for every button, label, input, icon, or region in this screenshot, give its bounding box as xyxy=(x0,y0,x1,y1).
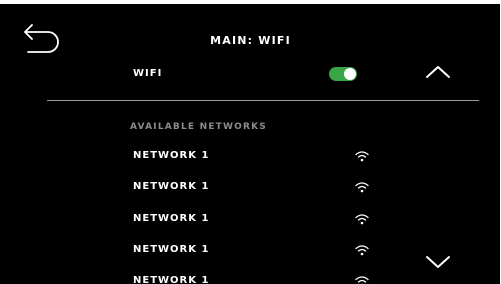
chevron-down-icon xyxy=(426,256,450,268)
page-title: MAIN: WIFI xyxy=(210,34,291,47)
network-item[interactable]: NETWORK 1 xyxy=(0,270,470,284)
network-name: NETWORK 1 xyxy=(133,213,210,224)
scroll-down-button[interactable] xyxy=(421,252,455,272)
network-item[interactable]: NETWORK 1 xyxy=(0,239,470,263)
wifi-settings-screen: MAIN: WIFI WIFI AVAILABLE NETWORKS NETWO… xyxy=(0,4,501,284)
network-name: NETWORK 1 xyxy=(133,275,210,284)
network-item[interactable]: NETWORK 1 xyxy=(0,145,470,169)
network-item[interactable]: NETWORK 1 xyxy=(0,176,470,200)
divider xyxy=(47,100,479,101)
wifi-icon xyxy=(355,214,369,225)
wifi-icon xyxy=(355,245,369,256)
scroll-up-button[interactable] xyxy=(421,62,455,82)
network-name: NETWORK 1 xyxy=(133,244,210,255)
network-name: NETWORK 1 xyxy=(133,150,210,161)
network-item[interactable]: NETWORK 1 xyxy=(0,208,470,232)
wifi-icon xyxy=(355,151,369,162)
wifi-toggle[interactable] xyxy=(329,67,357,81)
available-networks-heading: AVAILABLE NETWORKS xyxy=(130,122,267,132)
chevron-up-icon xyxy=(426,66,450,78)
network-name: NETWORK 1 xyxy=(133,181,210,192)
wifi-icon xyxy=(355,276,369,284)
toggle-knob xyxy=(344,68,356,80)
wifi-setting-label: WIFI xyxy=(133,68,163,79)
wifi-icon xyxy=(355,182,369,193)
